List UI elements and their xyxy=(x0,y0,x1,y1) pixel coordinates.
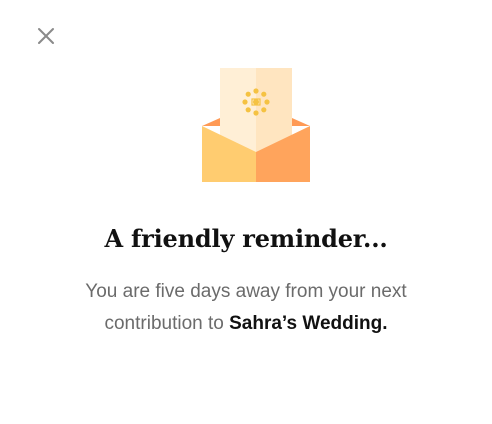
envelope-illustration xyxy=(200,66,312,184)
modal-title: A friendly reminder... xyxy=(104,224,388,253)
seal-icon xyxy=(242,88,270,116)
modal-message: You are five days away from your next co… xyxy=(50,276,442,340)
contribution-name: Sahra’s Wedding. xyxy=(229,313,388,334)
close-button[interactable] xyxy=(34,24,58,48)
close-icon xyxy=(38,28,54,44)
reminder-modal: A friendly reminder... You are five days… xyxy=(0,0,492,424)
envelope-letter-icon xyxy=(202,68,310,182)
